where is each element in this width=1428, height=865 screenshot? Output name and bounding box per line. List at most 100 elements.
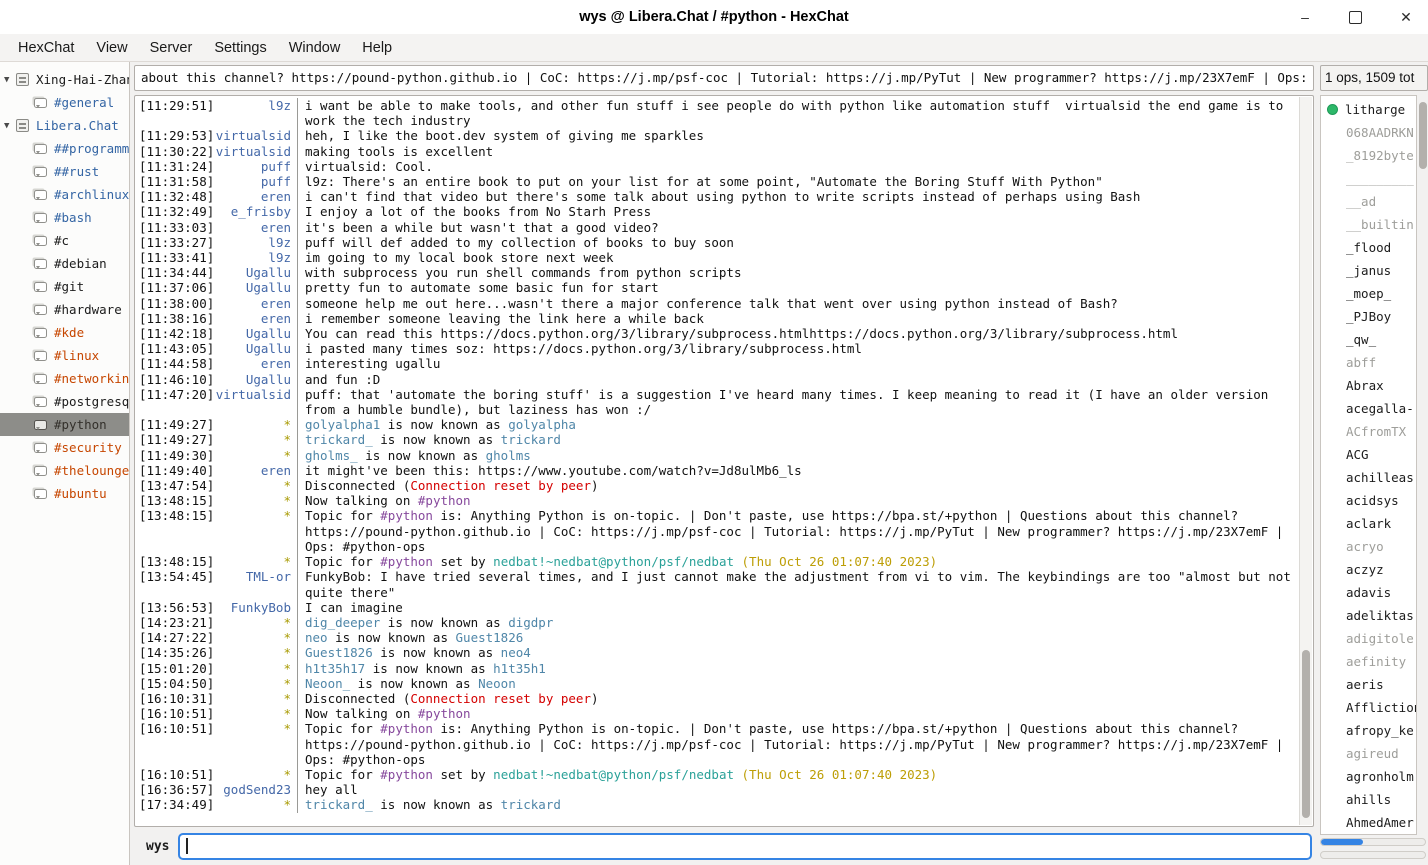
timestamp: [11:37:06] — [139, 280, 214, 295]
user-list-item[interactable]: adigitole — [1321, 627, 1416, 650]
user-list-item[interactable]: acryo — [1321, 535, 1416, 558]
user-list-item[interactable]: litharge — [1321, 98, 1416, 121]
user-list-item[interactable]: aclark — [1321, 512, 1416, 535]
sidebar-item--c[interactable]: #c — [0, 229, 129, 252]
user-list-item[interactable]: acidsys — [1321, 489, 1416, 512]
menu-help[interactable]: Help — [352, 37, 402, 59]
user-nick: litharge — [1345, 102, 1405, 117]
sidebar-item--kde[interactable]: #kde — [0, 321, 129, 344]
user-list-item[interactable]: ahills — [1321, 788, 1416, 811]
sidebar-item--postgresql[interactable]: #postgresql — [0, 390, 129, 413]
user-list-item[interactable]: AhmedAmer — [1321, 811, 1416, 834]
user-list-item[interactable]: ACfromTX — [1321, 420, 1416, 443]
menu-view[interactable]: View — [86, 37, 137, 59]
sidebar-item--hardware[interactable]: #hardware — [0, 298, 129, 321]
event-star: * — [283, 508, 291, 554]
user-nick: acryo — [1346, 539, 1384, 554]
timestamp: [15:04:50] — [139, 676, 214, 691]
user-list-item[interactable]: adeliktas — [1321, 604, 1416, 627]
message-segment: ) — [591, 691, 599, 706]
menu-hexchat[interactable]: HexChat — [8, 37, 84, 59]
user-list-item[interactable]: _PJBoy — [1321, 305, 1416, 328]
sidebar-item--linux[interactable]: #linux — [0, 344, 129, 367]
sidebar-item--rust[interactable]: ##rust — [0, 160, 129, 183]
sidebar-item--git[interactable]: #git — [0, 275, 129, 298]
user-list-item[interactable]: ACG — [1321, 443, 1416, 466]
user-list-item[interactable]: afropy_ke — [1321, 719, 1416, 742]
user-list-item[interactable]: _flood — [1321, 236, 1416, 259]
user-list-item[interactable]: achilleas — [1321, 466, 1416, 489]
user-list-item[interactable]: _janus — [1321, 259, 1416, 282]
topic-bar[interactable]: about this channel? https://pound-python… — [134, 65, 1314, 91]
chat-meta: [11:32:48]eren — [139, 189, 297, 204]
close-button[interactable]: ✕ — [1398, 9, 1414, 25]
user-list-item[interactable]: _qw_ — [1321, 328, 1416, 351]
user-list-item[interactable]: aczyz — [1321, 558, 1416, 581]
chat-area: [11:29:51]l9zi want be able to make tool… — [134, 95, 1314, 827]
sidebar-item-label: #general — [54, 95, 114, 110]
sidebar-item-libera-chat[interactable]: ▼ Libera.Chat — [0, 114, 129, 137]
user-list-item[interactable]: 068AADRKN — [1321, 121, 1416, 144]
user-nick: afropy_ke — [1346, 723, 1414, 738]
sidebar-item--archlinux[interactable]: #archlinux — [0, 183, 129, 206]
user-list-item[interactable]: Abrax — [1321, 374, 1416, 397]
channel-icon — [34, 190, 47, 200]
sidebar-item--python[interactable]: #python — [0, 413, 129, 436]
user-list-item[interactable]: acegalla- — [1321, 397, 1416, 420]
userlist-scrollbar[interactable] — [1417, 95, 1428, 835]
chat-line: [13:48:15]*Topic for #python set by nedb… — [139, 554, 1297, 569]
channel-icon — [34, 374, 47, 384]
user-count: 1 ops, 1509 tot — [1320, 65, 1428, 91]
sidebar-item--bash[interactable]: #bash — [0, 206, 129, 229]
user-list-item[interactable]: Affliction — [1321, 696, 1416, 719]
sidebar-item-label: Libera.Chat — [36, 118, 119, 133]
sidebar-item--debian[interactable]: #debian — [0, 252, 129, 275]
user-list-item[interactable]: _8192byte — [1321, 144, 1416, 167]
message-segment: set by — [433, 554, 493, 569]
message-text: trickard_ is now known as trickard — [297, 797, 1297, 812]
chat-scrollbar-thumb[interactable] — [1302, 650, 1310, 817]
user-list-item[interactable]: agronholm — [1321, 765, 1416, 788]
menu-settings[interactable]: Settings — [204, 37, 276, 59]
expander-icon[interactable]: ▼ — [4, 75, 16, 85]
timestamp: [11:31:24] — [139, 159, 214, 174]
nick: Ugallu — [246, 326, 291, 341]
message-text: i want be able to make tools, and other … — [297, 98, 1297, 128]
channel-icon — [34, 305, 47, 315]
chat-line: [11:34:44]Ugalluwith subprocess you run … — [139, 265, 1297, 280]
sidebar-item-xing-hai-zhang[interactable]: ▼Xing-Hai-Zhang — [0, 68, 129, 91]
message-input[interactable] — [178, 833, 1312, 860]
chat-line: [14:35:26]*Guest1826 is now known as neo… — [139, 645, 1297, 660]
menu-window[interactable]: Window — [279, 37, 351, 59]
user-list-item[interactable]: aeris — [1321, 673, 1416, 696]
message-segment: FunkyBob: I have tried several times, an… — [305, 569, 1298, 599]
sidebar-item--networking[interactable]: #networking — [0, 367, 129, 390]
user-list-item[interactable]: abff — [1321, 351, 1416, 374]
user-list-item[interactable]: agireud — [1321, 742, 1416, 765]
chat-meta: [16:10:51]* — [139, 767, 297, 782]
chat-scrollbar[interactable] — [1299, 97, 1312, 825]
user-list-item[interactable]: __builtin — [1321, 213, 1416, 236]
sidebar-item--thelounge[interactable]: #thelounge — [0, 459, 129, 482]
menu-server[interactable]: Server — [140, 37, 203, 59]
chat-line: [11:49:27]*trickard_ is now known as tri… — [139, 432, 1297, 447]
sidebar-item--programming[interactable]: ##programming — [0, 137, 129, 160]
minimize-button[interactable]: – — [1297, 9, 1313, 25]
event-star: * — [283, 432, 291, 447]
user-list-item[interactable]: adavis — [1321, 581, 1416, 604]
user-list-item[interactable]: _________ — [1321, 167, 1416, 190]
own-nick-label: wys — [146, 839, 169, 854]
sidebar-item--general[interactable]: #general — [0, 91, 129, 114]
maximize-button[interactable] — [1349, 11, 1362, 24]
expander-icon[interactable]: ▼ — [4, 121, 16, 131]
userlist-scrollbar-thumb[interactable] — [1419, 102, 1427, 169]
user-list-item[interactable]: __ad — [1321, 190, 1416, 213]
timestamp: [11:32:49] — [139, 204, 214, 219]
user-nick: __builtin — [1346, 217, 1414, 232]
sidebar-item--ubuntu[interactable]: #ubuntu — [0, 482, 129, 505]
user-list-item[interactable]: aefinity — [1321, 650, 1416, 673]
sidebar-item--security[interactable]: #security — [0, 436, 129, 459]
user-list-item[interactable]: _moep_ — [1321, 282, 1416, 305]
chat-line: [11:38:00]erensomeone help me out here..… — [139, 296, 1297, 311]
channel-icon — [34, 466, 47, 476]
